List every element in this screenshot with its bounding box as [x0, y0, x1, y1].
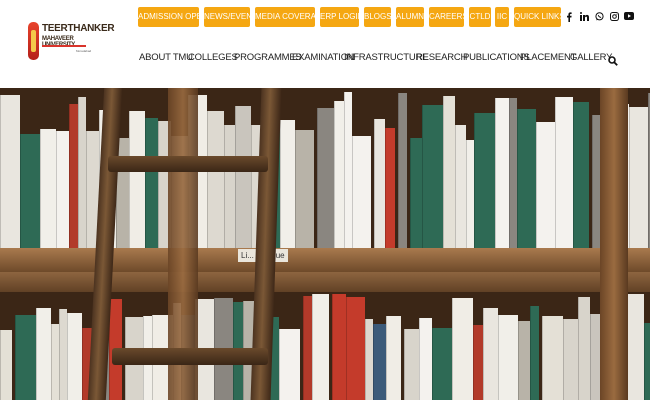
book-spine: [78, 97, 86, 250]
book-spine: [279, 329, 300, 400]
instagram-icon[interactable]: [608, 10, 620, 24]
book-spine: [317, 108, 334, 250]
nav-about-tmu[interactable]: ABOUT TMU: [139, 51, 193, 65]
book-spine: [129, 111, 145, 250]
book-spine: [295, 130, 314, 250]
book-spine: [563, 319, 578, 400]
book-spine: [334, 101, 344, 250]
book-spine: [386, 316, 401, 400]
book-spine: [483, 308, 498, 400]
linkedin-icon[interactable]: [578, 10, 590, 24]
book-spine: [498, 315, 518, 400]
book-spine: [536, 122, 555, 250]
book-spine: [509, 98, 517, 250]
ctld-button[interactable]: CTLD: [469, 7, 491, 27]
iic-button[interactable]: IIC: [495, 7, 509, 27]
book-spine: [224, 125, 235, 250]
book-spine: [67, 313, 82, 400]
book-spine: [629, 107, 648, 250]
book-spine: [518, 321, 530, 400]
book-spine: [555, 97, 573, 250]
blogs-button[interactable]: BLOGS: [364, 7, 392, 27]
book-spine: [0, 95, 20, 250]
book-spine: [473, 325, 483, 400]
facebook-icon[interactable]: [563, 10, 575, 24]
book-spine: [40, 129, 56, 250]
news-event-button[interactable]: NEWS/EVENT: [204, 7, 257, 27]
nav-gallery[interactable]: GALLERY: [570, 51, 612, 65]
university-seal-icon: [28, 22, 39, 60]
whatsapp-icon[interactable]: [593, 10, 605, 24]
book-spine: [344, 92, 352, 250]
book-spine: [20, 134, 40, 250]
ladder-rung-lower: [112, 348, 268, 365]
nav-research[interactable]: RESEARCH: [416, 51, 467, 65]
book-spine: [374, 119, 385, 250]
book-spine: [352, 136, 371, 250]
book-spine: [578, 297, 590, 400]
book-spine: [56, 131, 69, 250]
book-spine: [644, 323, 650, 400]
book-spine: [346, 297, 365, 400]
nav-placement[interactable]: PLACEMENT: [520, 51, 576, 65]
book-spine: [542, 316, 563, 400]
book-spine: [404, 329, 419, 400]
book-spine: [385, 128, 395, 250]
book-spine: [573, 102, 589, 250]
book-spine: [235, 106, 251, 250]
media-coverage-button[interactable]: MEDIA COVERAGE: [255, 7, 327, 27]
book-spine: [207, 111, 224, 250]
alumni-button[interactable]: ALUMNI: [396, 7, 426, 27]
book-spine: [530, 306, 539, 400]
book-spine: [15, 315, 36, 400]
book-spine: [145, 118, 158, 250]
book-spine: [303, 296, 312, 400]
book-spine: [466, 140, 474, 250]
book-spine: [517, 109, 536, 250]
ladder-rung-upper: [108, 156, 268, 172]
book-spine: [332, 294, 346, 400]
youtube-icon[interactable]: [623, 10, 635, 24]
hero-banner-image: Li... panique: [0, 88, 650, 400]
careers-button[interactable]: CAREERS: [429, 7, 468, 27]
admission-open-button[interactable]: ADMISSION OPEN: [138, 7, 208, 27]
book-spine: [373, 324, 386, 400]
book-spine: [474, 113, 495, 250]
book-spine: [419, 318, 432, 400]
book-spine: [422, 105, 443, 250]
book-spine: [455, 125, 466, 250]
erp-login-button[interactable]: ERP LOGIN: [320, 7, 363, 27]
logo-line-1: TEERTHANKER: [42, 23, 115, 34]
site-header: TEERTHANKER MAHAVEER UNIVERSITY Moradaba…: [0, 0, 650, 88]
book-spine: [398, 93, 407, 250]
book-spine: [312, 294, 329, 400]
nav-colleges[interactable]: COLLEGES: [188, 51, 238, 65]
book-spine: [36, 308, 51, 400]
book-spine: [365, 319, 373, 400]
logo-line-3: Moradabad: [76, 49, 92, 53]
shelf-post-right: [600, 88, 628, 400]
book-spine: [432, 328, 452, 400]
search-icon[interactable]: [608, 53, 618, 66]
book-spine: [59, 309, 67, 400]
book-spine: [443, 96, 455, 250]
book-spine: [495, 98, 509, 250]
book-spine: [452, 298, 473, 400]
book-spine: [410, 138, 422, 250]
quick-links-button[interactable]: QUICK LINKS: [514, 7, 565, 27]
book-spine: [69, 104, 78, 250]
university-logo[interactable]: TEERTHANKER MAHAVEER UNIVERSITY Moradaba…: [28, 22, 115, 64]
logo-underline: [42, 45, 86, 47]
book-spine: [280, 120, 295, 250]
book-spine: [51, 324, 59, 400]
book-spine: [0, 330, 12, 400]
